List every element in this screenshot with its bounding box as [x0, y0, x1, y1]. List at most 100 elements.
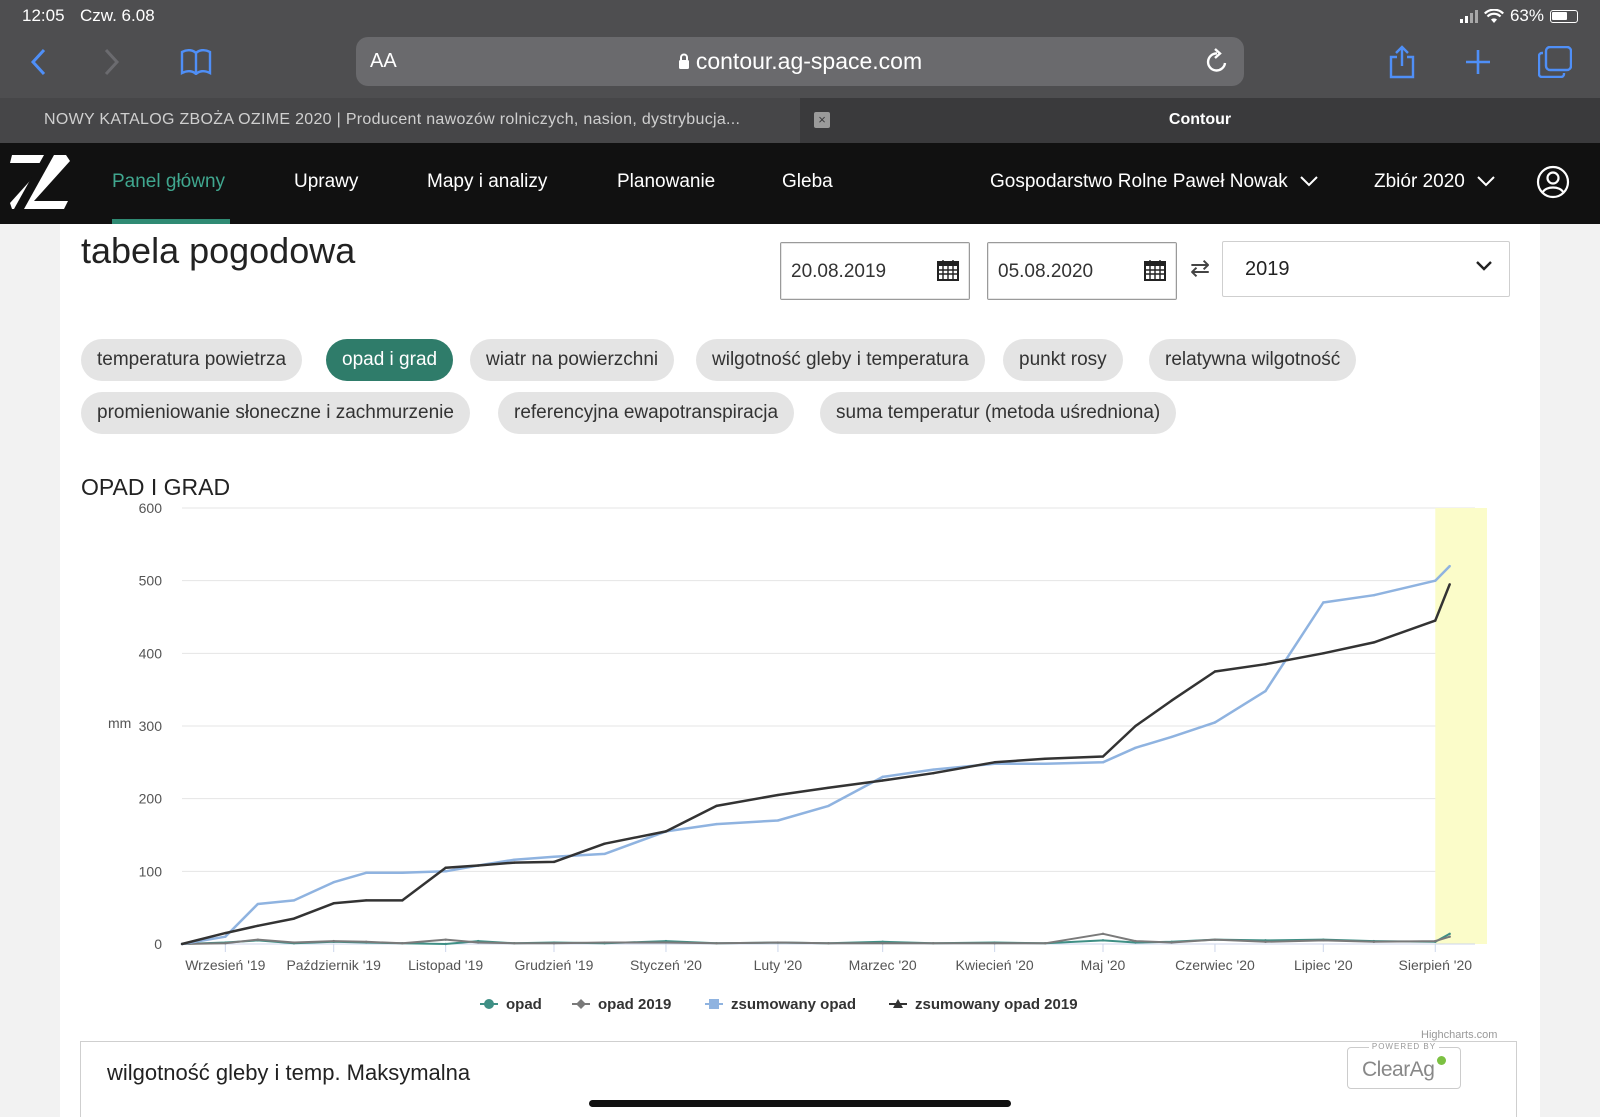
data-point [1213, 721, 1217, 724]
data-point [1372, 594, 1376, 597]
season-selector[interactable]: Zbiór 2020 [1374, 171, 1495, 193]
powered-by-label: POWERED BY [1368, 1042, 1440, 1051]
x-tick-label: Maj '20 [1081, 957, 1126, 973]
user-icon[interactable] [1536, 165, 1570, 199]
share-icon[interactable] [1382, 42, 1422, 82]
legend-label: zsumowany opad [731, 996, 856, 1013]
series-line-zsumowany-opad [181, 565, 1451, 946]
nav-panel-glowny[interactable]: Panel główny [112, 171, 225, 193]
url-text: contour.ag-space.com [356, 48, 1244, 75]
legend-marker-diamond [576, 999, 586, 1009]
data-point [1448, 583, 1451, 586]
data-point [1213, 670, 1217, 673]
x-tick-label: Sierpień '20 [1399, 957, 1473, 973]
farm-name: Gospodarstwo Rolne Paweł Nowak [990, 171, 1288, 192]
new-tab-icon[interactable] [1458, 42, 1498, 82]
x-tick-label: Listopad '19 [408, 957, 483, 973]
reload-icon[interactable] [1204, 47, 1230, 75]
x-tick-label: Luty '20 [754, 957, 803, 973]
chevron-down-icon [1477, 176, 1495, 187]
nav-uprawy[interactable]: Uprawy [294, 171, 358, 193]
data-point [776, 819, 780, 822]
data-point [332, 902, 335, 905]
data-point [1264, 663, 1267, 666]
data-point [881, 779, 884, 782]
data-point [1264, 940, 1267, 944]
data-point [1044, 757, 1047, 760]
data-point [292, 941, 296, 944]
precipitation-chart: 0 100 200 300 400 500 600 mm Wrzesień '19 Paździ… [108, 500, 1487, 1013]
data-point [476, 864, 480, 867]
data-point [1134, 724, 1137, 728]
data-point [1372, 641, 1376, 644]
data-point [1101, 761, 1105, 764]
tab-katalog[interactable]: NOWY KATALOG ZBOŻA OZIME 2020 | Producen… [0, 98, 800, 143]
data-point [1101, 932, 1105, 936]
data-point [1134, 746, 1137, 749]
data-point [513, 861, 516, 864]
data-point [1434, 939, 1437, 943]
url-value: contour.ag-space.com [695, 48, 923, 74]
data-point [256, 924, 260, 928]
browser-toolbar: AA contour.ag-space.com [0, 32, 1600, 98]
data-point [932, 942, 935, 945]
bookmarks-icon[interactable] [176, 42, 216, 82]
nav-gleba[interactable]: Gleba [782, 171, 833, 193]
home-indicator [589, 1100, 1011, 1107]
data-point [1264, 689, 1267, 693]
y-tick-label: 400 [139, 645, 163, 661]
tab-contour[interactable]: Contour [800, 98, 1600, 143]
legend-label: opad [506, 996, 542, 1013]
data-point [827, 942, 830, 945]
data-point [715, 804, 718, 808]
data-point [715, 942, 718, 945]
highcharts-credit[interactable]: Highcharts.com [1421, 1029, 1497, 1041]
section-title: wilgotność gleby i temp. Maksymalna [107, 1060, 471, 1085]
forward-icon[interactable] [92, 42, 132, 82]
data-point [1044, 762, 1047, 765]
data-point [444, 866, 447, 869]
data-point [881, 775, 884, 779]
x-tick-label: Październik '19 [286, 957, 381, 973]
address-bar[interactable]: AA contour.ag-space.com [356, 37, 1244, 86]
back-icon[interactable] [18, 42, 58, 82]
contour-logo[interactable] [8, 151, 74, 213]
lock-icon [678, 53, 689, 69]
leaf-icon [1437, 1056, 1446, 1065]
data-point [256, 902, 260, 906]
farm-selector[interactable]: Gospodarstwo Rolne Paweł Nowak [990, 171, 1318, 193]
data-point [932, 772, 935, 775]
data-point [1434, 619, 1437, 622]
data-point [292, 899, 296, 902]
season-name: Zbiór 2020 [1374, 171, 1465, 192]
data-point [1448, 935, 1451, 938]
data-point [664, 941, 668, 944]
data-point [256, 938, 260, 941]
data-point [476, 941, 480, 944]
clearag-wordmark: ClearAg [1362, 1058, 1435, 1081]
data-point [180, 942, 184, 946]
data-point [552, 855, 556, 858]
y-tick-label: 100 [139, 863, 163, 879]
data-point [776, 793, 780, 797]
x-tick-label: Wrzesień '19 [185, 957, 265, 973]
data-point [332, 881, 335, 884]
data-point [332, 939, 335, 943]
data-point [1213, 938, 1217, 941]
x-tick-label: Marzec '20 [849, 957, 917, 973]
data-point [401, 871, 404, 874]
tabs-overview-icon[interactable] [1535, 42, 1575, 82]
data-point [1448, 564, 1451, 568]
data-point [715, 822, 718, 826]
data-point [603, 941, 606, 944]
nav-planowanie[interactable]: Planowanie [617, 171, 715, 193]
data-point [401, 942, 404, 945]
y-axis: 0 100 200 300 400 500 600 mm [108, 500, 162, 952]
data-point [513, 942, 516, 945]
legend-marker-square [709, 999, 719, 1009]
data-point [1134, 939, 1137, 943]
data-point [552, 942, 556, 945]
wifi-icon [1483, 8, 1504, 23]
x-axis: Wrzesień '19 Październik '19 Listopad '19 G… [182, 943, 1475, 973]
nav-mapy-i-analizy[interactable]: Mapy i analizy [427, 171, 547, 193]
